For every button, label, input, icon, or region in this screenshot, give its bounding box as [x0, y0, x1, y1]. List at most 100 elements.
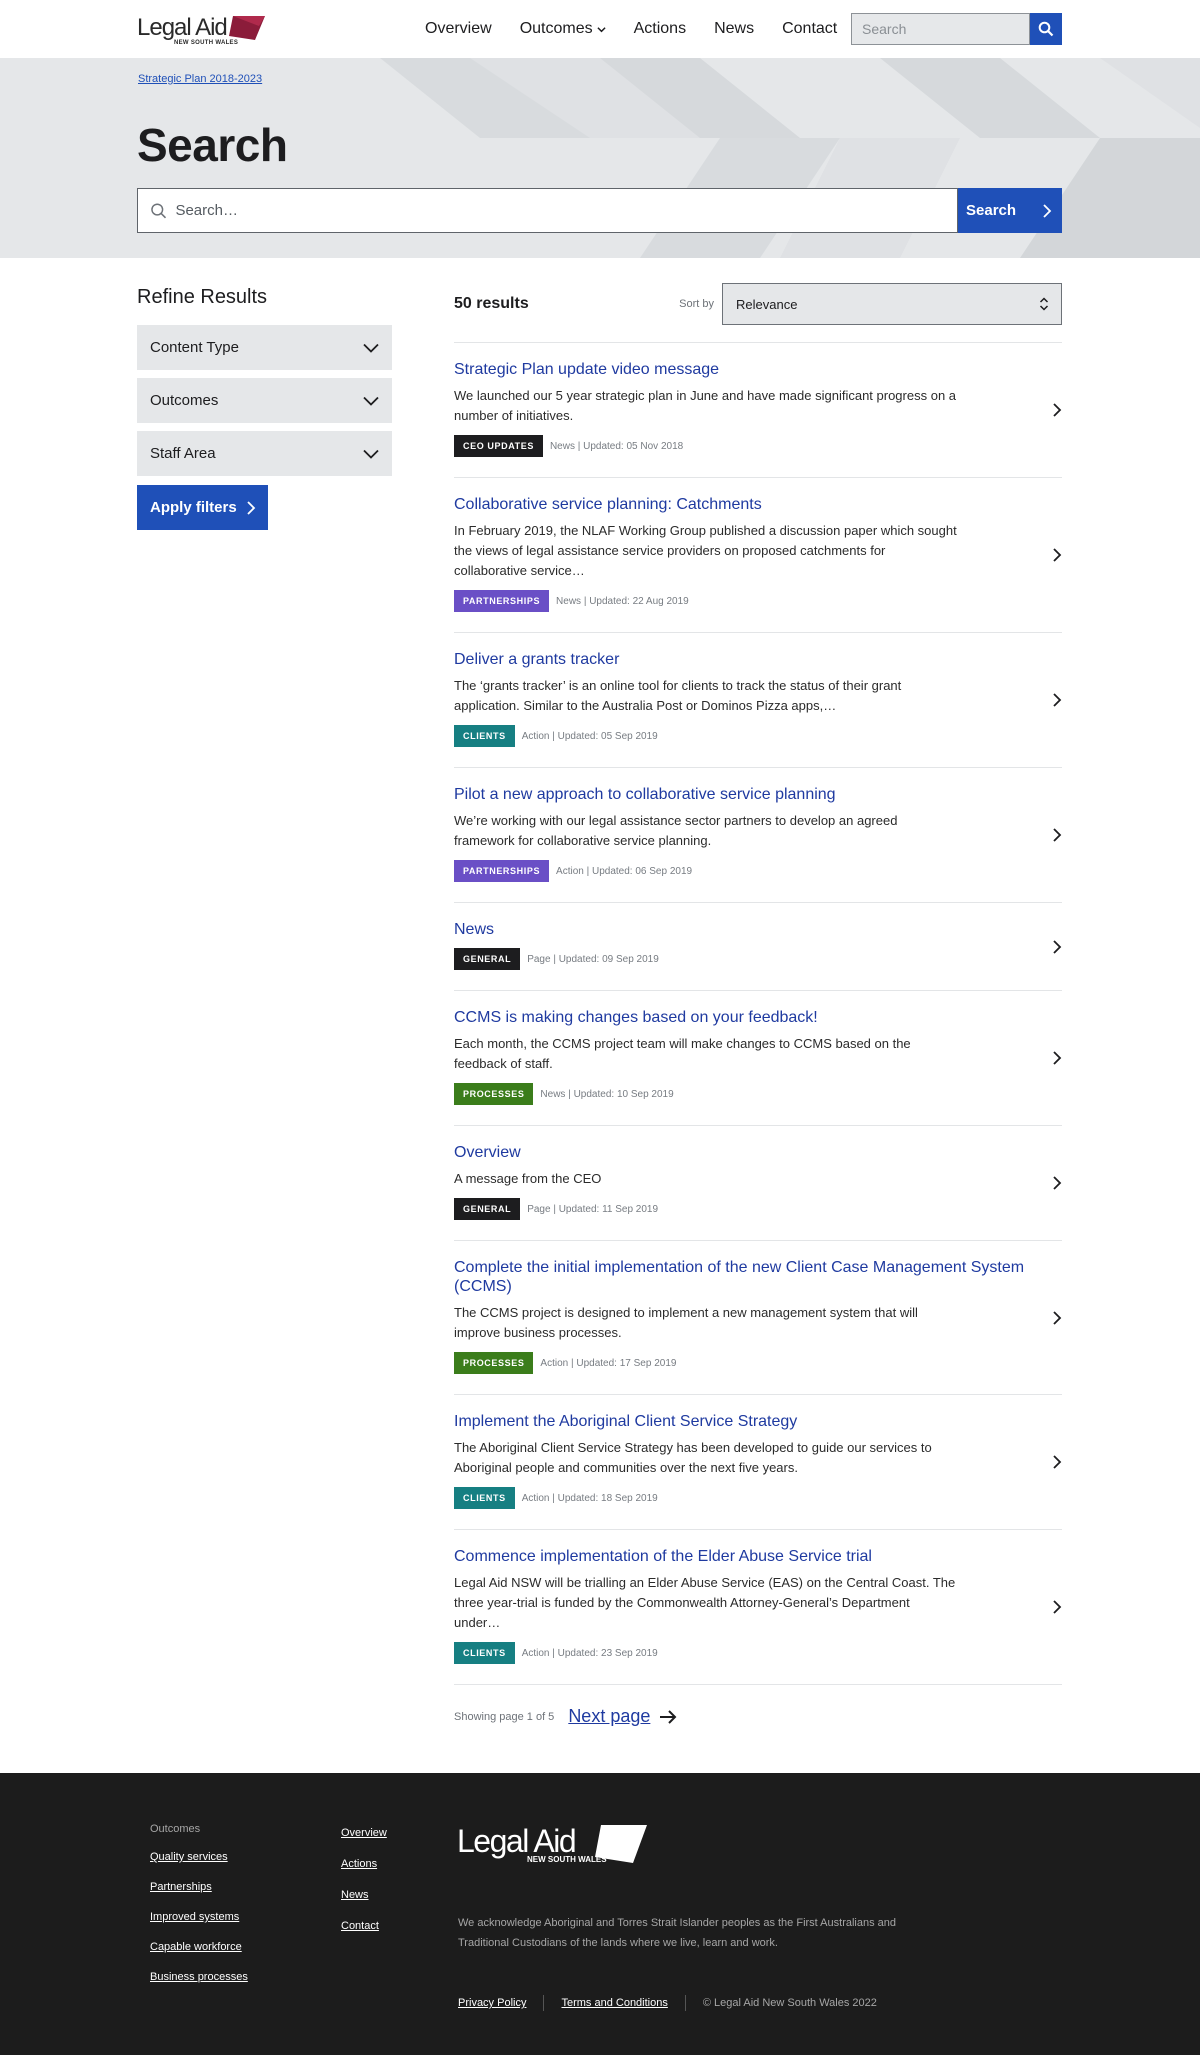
hero-search-button-label: Search: [966, 202, 1017, 219]
search-hero: Strategic Plan 2018-2023 Search Search: [0, 58, 1200, 258]
sort-select[interactable]: Relevance: [722, 283, 1062, 325]
result-item: Complete the initial implementation of t…: [454, 1241, 1062, 1395]
chevron-down-icon: [363, 449, 379, 459]
logo-mark-icon: [228, 16, 265, 40]
nav-news-label: News: [714, 20, 755, 37]
footer-link-news[interactable]: News: [341, 1889, 387, 1901]
hero-search-input[interactable]: [175, 202, 957, 219]
acknowledgement-text: We acknowledge Aboriginal and Torres Str…: [458, 1917, 897, 1949]
refine-title: Refine Results: [137, 286, 268, 308]
sort-arrows-icon: [1039, 297, 1049, 311]
header-search-input[interactable]: [851, 13, 1030, 45]
header-search-button[interactable]: [1030, 13, 1062, 45]
main-nav: Overview Outcomes Actions News Contact: [425, 0, 865, 58]
next-page-link[interactable]: Next page: [568, 1706, 677, 1727]
result-updated: Action | Updated: 17 Sep 2019: [540, 1357, 677, 1369]
result-meta: PROCESSES News | Updated: 10 Sep 2019: [454, 1083, 1062, 1105]
category-badge: CLIENTS: [454, 1487, 515, 1509]
filter-staff-area[interactable]: Staff Area: [137, 431, 392, 476]
chevron-right-icon[interactable]: [1052, 1310, 1062, 1325]
chevron-right-icon[interactable]: [1052, 548, 1062, 562]
result-item: Pilot a new approach to collaborative se…: [454, 768, 1062, 903]
result-meta: CLIENTS Action | Updated: 18 Sep 2019: [454, 1487, 1062, 1509]
chevron-right-icon: [1043, 203, 1052, 218]
category-badge: PARTNERSHIPS: [454, 590, 550, 612]
footer-link-business-processes[interactable]: Business processes: [150, 1971, 248, 1983]
next-page-label: Next page: [568, 1706, 651, 1726]
result-description: Legal Aid NSW will be trialling an Elder…: [454, 1575, 956, 1630]
footer-logo-subtitle: NEW SOUTH WALES: [527, 1855, 607, 1864]
footer-nav-column: Overview Actions News Contact: [341, 1827, 387, 1951]
result-meta: GENERAL Page | Updated: 09 Sep 2019: [454, 948, 1062, 970]
apply-filters-button[interactable]: Apply filters: [137, 485, 268, 530]
result-item: News GENERAL Page | Updated: 09 Sep 2019: [454, 903, 1062, 991]
nav-actions-label: Actions: [633, 20, 687, 37]
footer-link-quality-services[interactable]: Quality services: [150, 1851, 248, 1863]
arrow-right-icon: [660, 1709, 677, 1724]
footer-outcomes-column: Outcomes Quality services Partnerships I…: [150, 1823, 248, 2001]
chevron-right-icon[interactable]: [1052, 1600, 1062, 1614]
result-description: We launched our 5 year strategic plan in…: [454, 388, 957, 423]
hero-search-button[interactable]: Search: [958, 188, 1062, 233]
nav-outcomes[interactable]: Outcomes: [520, 20, 606, 38]
result-title-link[interactable]: Deliver a grants tracker: [454, 650, 1049, 669]
filter-label: Content Type: [150, 339, 239, 356]
hero-search-bar: Search: [137, 188, 1062, 233]
chevron-right-icon[interactable]: [1052, 1176, 1062, 1190]
chevron-right-icon[interactable]: [1052, 693, 1062, 707]
result-meta: PARTNERSHIPS Action | Updated: 06 Sep 201…: [454, 860, 1062, 882]
result-description: Each month, the CCMS project team will m…: [454, 1036, 911, 1071]
result-description: A message from the CEO: [454, 1171, 602, 1186]
chevron-right-icon: [247, 500, 256, 515]
nav-overview[interactable]: Overview: [425, 20, 492, 38]
category-badge: PARTNERSHIPS: [454, 860, 550, 882]
footer-link-improved-systems[interactable]: Improved systems: [150, 1911, 248, 1923]
footer-logo-text: Legal Aid: [457, 1823, 577, 1859]
legal-aid-logo[interactable]: Legal Aid NEW SOUTH WALES: [137, 16, 265, 46]
nav-contact[interactable]: Contact: [782, 20, 837, 38]
footer-link-contact[interactable]: Contact: [341, 1920, 387, 1932]
result-updated: Action | Updated: 23 Sep 2019: [521, 1647, 658, 1659]
divider: [543, 1995, 545, 2011]
breadcrumb-link[interactable]: Strategic Plan 2018-2023: [138, 73, 262, 85]
chevron-right-icon[interactable]: [1052, 403, 1062, 417]
pagination: Showing page 1 of 5 Next page: [454, 1706, 1062, 1727]
result-title-link[interactable]: News: [454, 920, 1049, 939]
result-title-link[interactable]: Implement the Aboriginal Client Service …: [454, 1412, 1049, 1431]
footer-link-overview[interactable]: Overview: [341, 1827, 387, 1839]
result-item: Implement the Aboriginal Client Service …: [454, 1395, 1062, 1530]
result-title-link[interactable]: Collaborative service planning: Catchmen…: [454, 495, 1049, 514]
header-search: [851, 13, 1062, 45]
filter-content-type[interactable]: Content Type: [137, 325, 392, 370]
chevron-right-icon[interactable]: [1052, 1051, 1062, 1065]
pager-status: Showing page 1 of 5: [454, 1710, 555, 1723]
nav-news[interactable]: News: [714, 20, 754, 38]
chevron-right-icon[interactable]: [1052, 939, 1062, 954]
result-meta: GENERAL Page | Updated: 11 Sep 2019: [454, 1198, 1062, 1220]
chevron-right-icon[interactable]: [1052, 828, 1062, 842]
footer-link-capable-workforce[interactable]: Capable workforce: [150, 1941, 248, 1953]
result-title-link[interactable]: Commence implementation of the Elder Abu…: [454, 1547, 1049, 1566]
category-badge: CLIENTS: [454, 1642, 515, 1664]
result-title-link[interactable]: Strategic Plan update video message: [454, 360, 1049, 379]
divider: [684, 1995, 686, 2011]
sort-value: Relevance: [736, 296, 798, 312]
footer-link-partnerships[interactable]: Partnerships: [150, 1881, 248, 1893]
chevron-right-icon[interactable]: [1052, 1455, 1062, 1469]
results-toolbar: 50 results Sort by Relevance: [454, 283, 1062, 325]
filter-outcomes[interactable]: Outcomes: [137, 378, 392, 423]
footer-logo[interactable]: Legal Aid NEW SOUTH WALES: [457, 1823, 647, 1864]
logo-subtitle: NEW SOUTH WALES: [174, 40, 239, 46]
nav-actions[interactable]: Actions: [634, 20, 686, 38]
site-header: Legal Aid NEW SOUTH WALES Overview Outco…: [0, 0, 1200, 58]
terms-link[interactable]: Terms and Conditions: [561, 1997, 667, 2009]
result-updated: News | Updated: 22 Aug 2019: [556, 595, 689, 607]
footer-link-actions[interactable]: Actions: [341, 1858, 387, 1870]
result-item: Commence implementation of the Elder Abu…: [454, 1530, 1062, 1685]
privacy-policy-link[interactable]: Privacy Policy: [458, 1997, 526, 2009]
category-badge: PROCESSES: [454, 1083, 534, 1105]
result-title-link[interactable]: CCMS is making changes based on your fee…: [454, 1008, 1049, 1027]
result-title-link[interactable]: Complete the initial implementation of t…: [454, 1258, 1049, 1296]
result-title-link[interactable]: Overview: [454, 1143, 1049, 1162]
result-title-link[interactable]: Pilot a new approach to collaborative se…: [454, 785, 1049, 804]
